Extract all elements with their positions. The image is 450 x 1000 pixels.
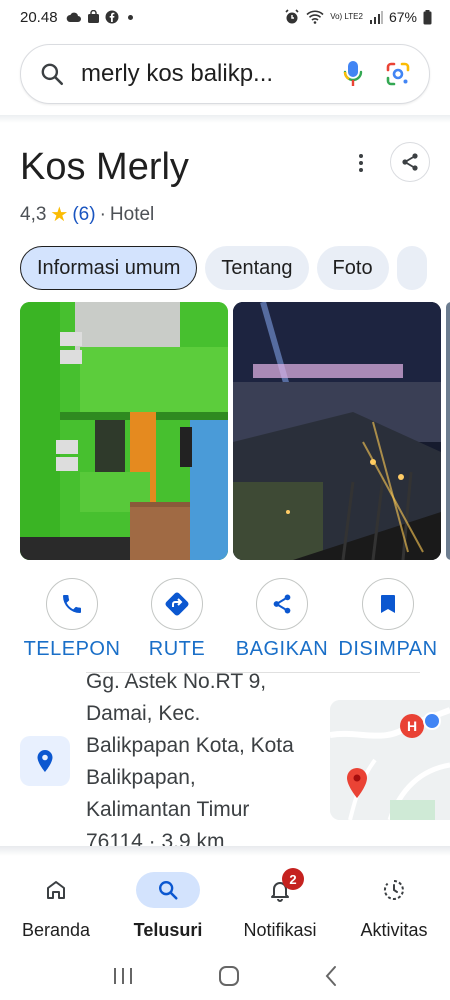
card-bottom-divider (0, 846, 450, 856)
place-category: Hotel (109, 203, 155, 225)
alarm-icon (285, 9, 299, 24)
nav-label-beranda[interactable]: Beranda (22, 920, 90, 941)
nav-icon-wrap[interactable]: 2 (248, 868, 312, 908)
rating-separator: · (99, 203, 106, 225)
bottom-navigation: Beranda Telusuri 2 Notifikasi Aktivitas (0, 858, 450, 952)
tab-tentang[interactable]: Tentang (205, 246, 309, 290)
status-left-icons (66, 10, 133, 24)
google-lens-icon[interactable] (385, 61, 411, 87)
search-icon[interactable] (157, 879, 179, 901)
hospital-map-label: H (407, 718, 417, 734)
home-icon[interactable] (44, 878, 68, 902)
route-label[interactable]: RUTE (149, 638, 205, 661)
location-pin-icon (37, 750, 53, 772)
building-photo-image (20, 302, 228, 560)
facebook-icon (105, 10, 119, 24)
save-button[interactable]: DISIMPAN (333, 578, 443, 661)
action-buttons-row: TELEPON RUTE BAGIKAN DISIMPAN (0, 578, 450, 666)
nav-label-telusuri[interactable]: Telusuri (134, 920, 203, 941)
network-label: Vo) LTE2 (330, 12, 363, 21)
call-button[interactable]: TELEPON (17, 578, 127, 661)
phone-icon (63, 595, 81, 613)
more-options-button[interactable] (348, 150, 374, 176)
status-bar: 20.48 Vo) LTE2 67% (0, 0, 450, 34)
share-button-circle[interactable] (256, 578, 308, 630)
rating-row: 4,3 ★ (6) · Hotel (20, 202, 154, 227)
bookmark-icon (381, 595, 395, 613)
address-text[interactable]: Gg. Astek No.RT 9, Damai, Kec. Balikpapa… (86, 666, 326, 858)
save-button-circle[interactable] (362, 578, 414, 630)
battery-icon (423, 9, 432, 24)
map-image: H (330, 700, 450, 820)
night-photo-image (233, 302, 441, 560)
place-photo-building[interactable] (20, 302, 228, 560)
more-vert-icon[interactable] (358, 153, 364, 173)
share-icon[interactable] (400, 152, 420, 172)
info-tabs: Informasi umum Tentang Foto (20, 246, 427, 290)
shopping-bag-icon (87, 10, 99, 23)
share-label[interactable]: BAGIKAN (236, 638, 328, 661)
address-line: Gg. Astek No.RT 9, (86, 670, 267, 693)
nav-item-telusuri[interactable]: Telusuri (112, 872, 224, 941)
nav-item-aktivitas[interactable]: Aktivitas (338, 872, 450, 941)
save-label[interactable]: DISIMPAN (338, 638, 437, 661)
activity-history-icon[interactable] (382, 878, 406, 902)
share-button-top[interactable] (390, 142, 430, 182)
search-query-text[interactable]: merly kos balikp... (81, 60, 343, 88)
cloud-icon (66, 12, 81, 22)
place-photo-partial[interactable] (446, 302, 450, 560)
search-icon[interactable] (39, 61, 65, 87)
route-button-circle[interactable] (151, 578, 203, 630)
rating-value: 4,3 (20, 203, 47, 225)
notification-dot-icon (127, 14, 133, 20)
tab-foto[interactable]: Foto (316, 246, 389, 290)
status-time: 20.48 (20, 8, 58, 26)
nav-icon-wrap[interactable] (362, 872, 426, 908)
tab-informasi-umum[interactable]: Informasi umum (20, 246, 198, 290)
nav-label-notifikasi[interactable]: Notifikasi (243, 920, 316, 941)
star-icon: ★ (50, 204, 69, 226)
address-pin-box (20, 736, 70, 786)
nav-icon-wrap[interactable] (24, 872, 88, 908)
place-photo-night-view[interactable] (233, 302, 441, 560)
call-label[interactable]: TELEPON (24, 638, 121, 661)
share-button[interactable]: BAGIKAN (227, 578, 337, 661)
microphone-icon[interactable] (343, 60, 363, 88)
map-thumbnail[interactable]: H (330, 700, 450, 820)
nav-icon-wrap-active[interactable] (136, 872, 200, 908)
status-right-icons: Vo) LTE2 67% (284, 9, 432, 25)
place-title: Kos Merly (20, 146, 189, 188)
wifi-icon (306, 10, 324, 24)
review-count[interactable]: (6) (72, 204, 95, 226)
address-line: Damai, Kec. (86, 702, 201, 725)
nav-item-notifikasi[interactable]: 2 Notifikasi (224, 868, 336, 941)
home-button-icon[interactable] (218, 965, 240, 987)
search-bar[interactable]: merly kos balikp... (20, 44, 430, 104)
back-icon[interactable] (324, 965, 338, 987)
share-icon (273, 594, 291, 614)
nav-item-beranda[interactable]: Beranda (0, 872, 112, 941)
address-line: Kalimantan Timur (86, 798, 250, 821)
directions-icon (165, 592, 189, 616)
system-navigation-bar (0, 952, 450, 1000)
address-line: Balikpapan Kota, Kota (86, 734, 294, 757)
nav-label-aktivitas[interactable]: Aktivitas (360, 920, 427, 941)
battery-percentage: 67% (388, 9, 417, 25)
route-button[interactable]: RUTE (122, 578, 232, 661)
call-button-circle[interactable] (46, 578, 98, 630)
tab-more-partial[interactable] (396, 246, 427, 290)
recent-apps-icon[interactable] (112, 967, 134, 985)
address-line: Balikpapan, (86, 766, 196, 789)
notification-badge: 2 (282, 868, 304, 890)
signal-icon (369, 10, 383, 24)
header-divider (0, 115, 450, 123)
